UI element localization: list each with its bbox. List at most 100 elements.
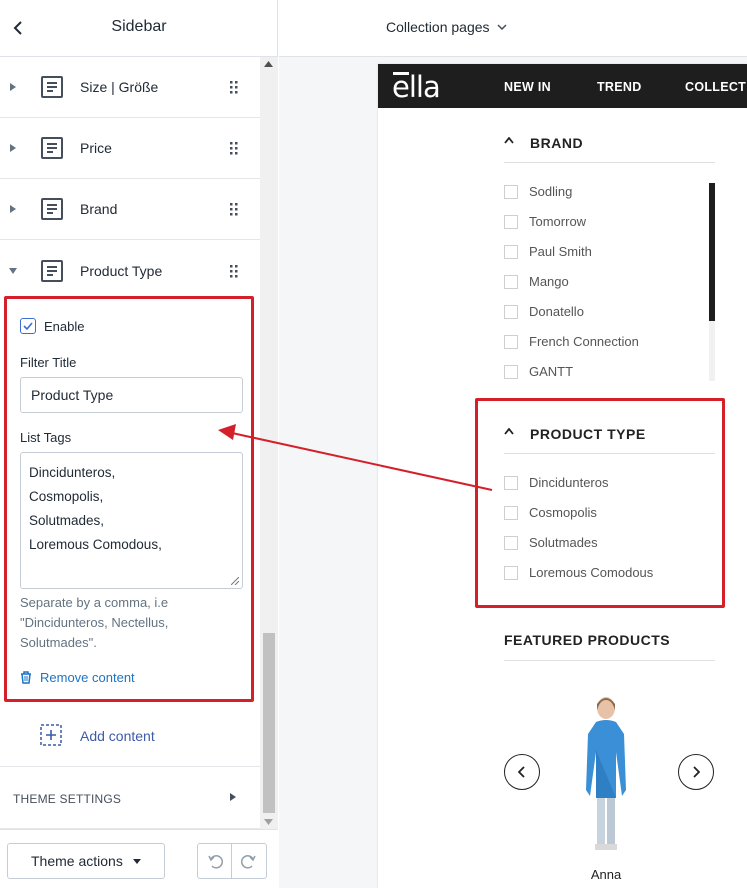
enable-checkbox-row[interactable]: Enable xyxy=(20,318,84,334)
product-name[interactable]: Anna xyxy=(576,867,636,882)
scrollbar-thumb[interactable] xyxy=(263,633,275,813)
block-row-price[interactable]: Price xyxy=(0,118,260,179)
checkmark-icon xyxy=(23,322,33,330)
nav-item-new-in[interactable]: NEW IN xyxy=(504,80,551,94)
sidebar-scrollbar[interactable] xyxy=(260,57,278,829)
store-logo[interactable]: ella xyxy=(392,70,441,104)
drag-handle-icon[interactable] xyxy=(228,140,240,156)
nav-item-collections[interactable]: COLLECT xyxy=(685,80,746,94)
add-content-button[interactable]: Add content xyxy=(0,706,260,767)
option-label: Mango xyxy=(529,274,569,289)
list-tags-textarea[interactable]: Dincidunteros, Cosmopolis, Solutmades, L… xyxy=(20,452,243,589)
tag-line: Dincidunteros, xyxy=(29,465,116,480)
caret-right-icon xyxy=(230,793,236,801)
chevron-down-icon xyxy=(496,24,507,30)
theme-settings-label: THEME SETTINGS xyxy=(13,792,122,806)
featured-products-header: FEATURED PRODUCTS xyxy=(504,629,715,661)
checkbox[interactable] xyxy=(504,364,518,379)
sidebar-footer: Theme actions xyxy=(0,829,278,888)
tag-line: Loremous Comodous, xyxy=(29,537,162,552)
remove-content-link[interactable]: Remove content xyxy=(20,670,135,685)
text-block-icon xyxy=(40,75,64,99)
enable-checkbox[interactable] xyxy=(20,318,36,334)
checkbox[interactable] xyxy=(504,244,518,259)
nav-item-trend[interactable]: TREND xyxy=(597,80,642,94)
caret-right-icon xyxy=(8,204,18,214)
list-tags-label: List Tags xyxy=(20,430,72,445)
option-label: French Connection xyxy=(529,334,639,349)
theme-actions-button[interactable]: Theme actions xyxy=(7,843,165,879)
text-block-icon xyxy=(40,197,64,221)
trash-icon xyxy=(21,671,31,684)
checkbox[interactable] xyxy=(504,214,518,229)
brand-option[interactable]: Tomorrow xyxy=(504,214,586,229)
sidebar-block-list: Size | Größe Price Brand Product Type En… xyxy=(0,57,260,829)
block-row-brand[interactable]: Brand xyxy=(0,179,260,240)
block-label: Brand xyxy=(80,201,118,217)
block-label: Price xyxy=(80,140,112,156)
brand-option[interactable]: Mango xyxy=(504,274,569,289)
carousel-prev-button[interactable] xyxy=(504,754,540,790)
checkbox[interactable] xyxy=(504,475,518,490)
carousel-next-button[interactable] xyxy=(678,754,714,790)
help-text: Separate by a comma, i.e "Dincidunteros,… xyxy=(20,595,169,650)
block-label: Size | Größe xyxy=(80,79,159,95)
scroll-down-arrow-icon[interactable] xyxy=(264,819,273,825)
checkbox[interactable] xyxy=(504,304,518,319)
brand-filter-header[interactable]: BRAND xyxy=(504,127,715,163)
drag-handle-icon[interactable] xyxy=(228,263,240,279)
theme-settings-row[interactable]: THEME SETTINGS xyxy=(0,767,260,829)
block-row-size[interactable]: Size | Größe xyxy=(0,57,260,118)
caret-right-icon xyxy=(8,143,18,153)
checkbox[interactable] xyxy=(504,535,518,550)
enable-label: Enable xyxy=(44,318,85,334)
option-label: Tomorrow xyxy=(529,214,587,229)
resize-grip-icon[interactable] xyxy=(231,577,239,585)
product-type-option[interactable]: Solutmades xyxy=(504,535,598,550)
page-selector-dropdown[interactable]: Collection pages xyxy=(386,19,507,35)
chevron-up-icon xyxy=(504,137,514,144)
brand-option[interactable]: Sodling xyxy=(504,184,572,199)
text-block-icon xyxy=(40,136,64,160)
drag-handle-icon[interactable] xyxy=(228,79,240,95)
caret-down-icon xyxy=(132,858,141,864)
brand-option[interactable]: Paul Smith xyxy=(504,244,592,259)
caret-down-icon xyxy=(8,266,18,276)
option-label: Cosmopolis xyxy=(529,505,597,520)
block-label: Product Type xyxy=(80,262,163,279)
redo-icon xyxy=(241,855,256,869)
chevron-right-icon xyxy=(693,766,700,778)
brand-list-scroll-thumb[interactable] xyxy=(709,183,715,321)
block-row-product-type[interactable]: Product Type xyxy=(0,240,260,301)
featured-products-title: FEATURED PRODUCTS xyxy=(504,632,671,648)
brand-option[interactable]: Donatello xyxy=(504,304,584,319)
add-section-icon xyxy=(40,724,62,746)
chevron-left-icon xyxy=(518,766,525,778)
storefront-preview: ella NEW IN TREND COLLECT BRAND Sodling … xyxy=(378,64,747,888)
checkbox[interactable] xyxy=(504,334,518,349)
checkbox[interactable] xyxy=(504,565,518,580)
caret-right-icon xyxy=(8,82,18,92)
filter-title-input[interactable] xyxy=(20,377,243,413)
option-label: Sodling xyxy=(529,184,573,199)
scroll-up-arrow-icon[interactable] xyxy=(264,61,273,67)
product-type-option[interactable]: Dincidunteros xyxy=(504,475,609,490)
product-type-option[interactable]: Cosmopolis xyxy=(504,505,597,520)
store-navbar: ella NEW IN TREND COLLECT xyxy=(378,64,747,108)
drag-handle-icon[interactable] xyxy=(228,201,240,217)
brand-option[interactable]: GANTT xyxy=(504,364,573,379)
checkbox[interactable] xyxy=(504,274,518,289)
undo-button[interactable] xyxy=(197,843,232,879)
preview-pane: Collection pages ella NEW IN TREND COLLE… xyxy=(279,0,747,888)
product-type-settings-highlight: Enable Filter Title List Tags Dincidunte… xyxy=(4,296,254,702)
checkbox[interactable] xyxy=(504,505,518,520)
brand-option[interactable]: French Connection xyxy=(504,334,639,349)
checkbox[interactable] xyxy=(504,184,518,199)
product-type-filter-header[interactable]: PRODUCT TYPE xyxy=(504,418,715,454)
sidebar-header: Sidebar xyxy=(0,0,278,57)
product-image[interactable] xyxy=(566,690,646,856)
page-selector-label: Collection pages xyxy=(386,19,490,35)
filter-title-label: Filter Title xyxy=(20,355,77,370)
redo-button[interactable] xyxy=(231,843,267,879)
product-type-option[interactable]: Loremous Comodous xyxy=(504,565,653,580)
